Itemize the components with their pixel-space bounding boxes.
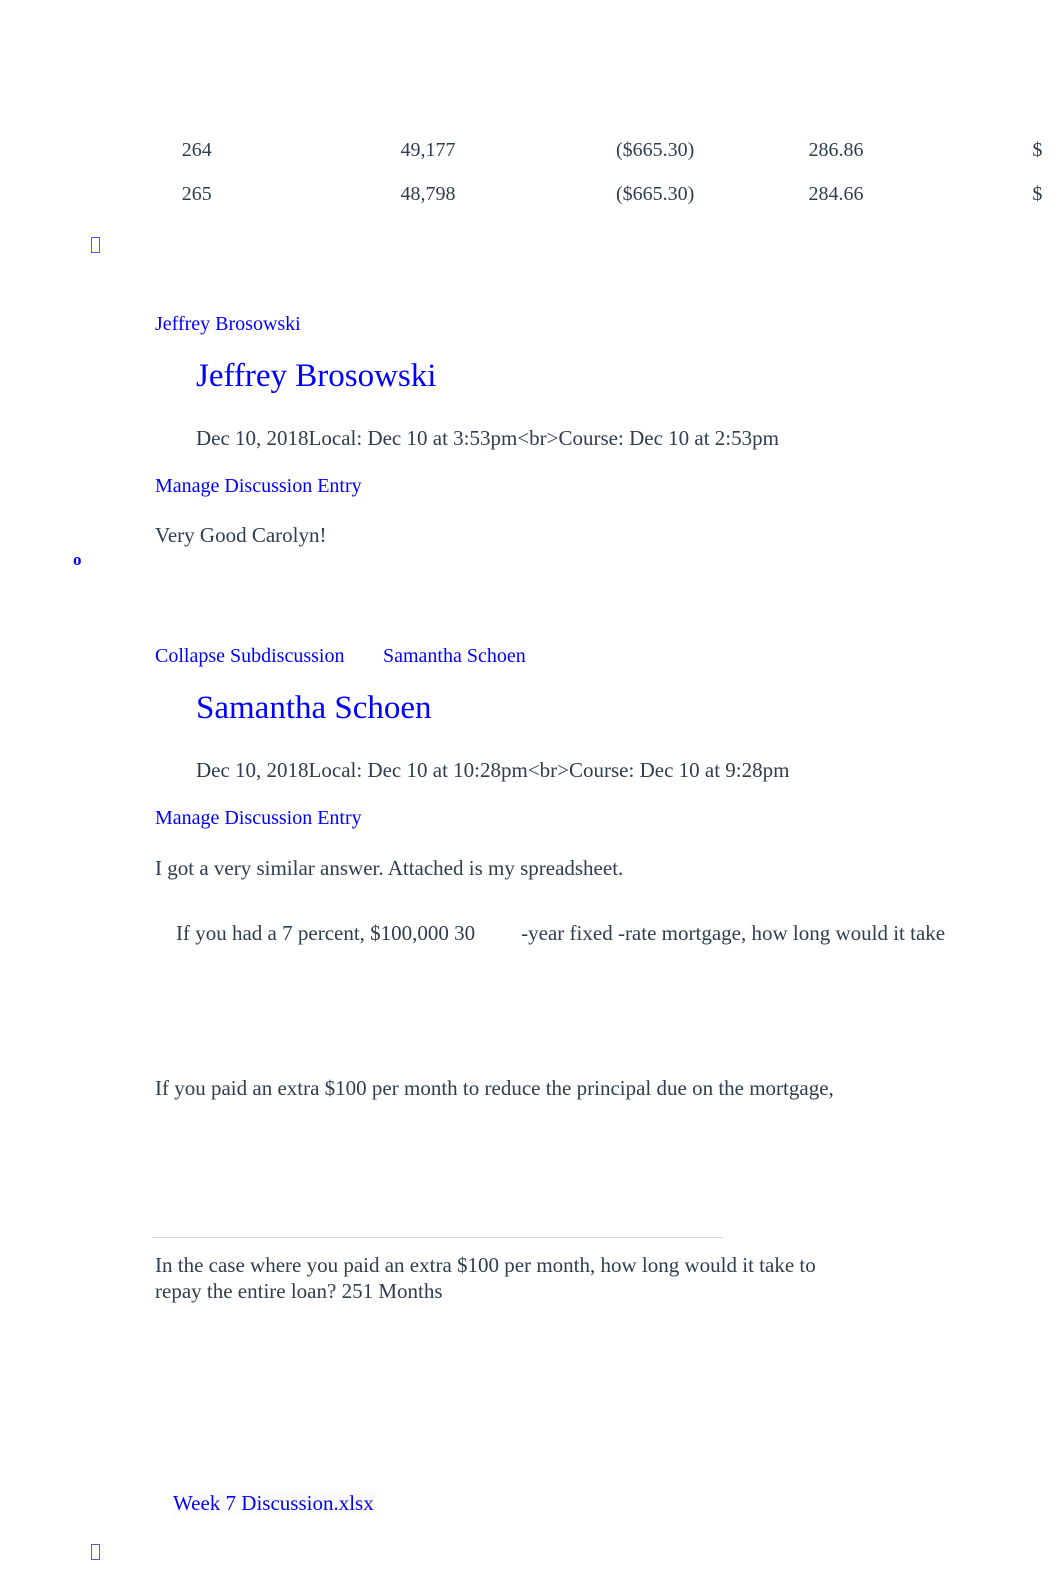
post-timestamp-jeffrey-brosowski: Dec 10, 2018Local: Dec 10 at 3:53pm<br>C… (196, 426, 779, 450)
author-link-jeffrey-brosowski[interactable]: Jeffrey Brosowski (155, 312, 301, 336)
table-cell-spacer (212, 172, 381, 216)
table-cell-interest: 284.66 (808, 182, 864, 205)
table-cell-spacer (864, 128, 1033, 172)
post-body-paragraph-1: I got a very similar answer. Attached is… (155, 856, 624, 880)
table-cell-balance: 48,798 (400, 182, 456, 205)
table-cell-extra: $ (1032, 138, 1043, 161)
table-cell-balance: 49,177 (400, 138, 456, 161)
collapse-subdiscussion-link[interactable]: Collapse Subdiscussion (155, 644, 344, 668)
table-cell-extra: $ (1032, 182, 1043, 205)
table-cell-spacer (694, 128, 793, 172)
document-page: 264 49,177 ($665.30) 286.86 $ 265 48,798… (0, 0, 1062, 1561)
table-cell-spacer (455, 128, 599, 172)
table-row: 265 48,798 ($665.30) 284.66 $ (152, 172, 1062, 216)
post-heading-jeffrey-brosowski: Jeffrey Brosowski (196, 358, 437, 394)
missing-glyph-icon (91, 237, 100, 253)
table-cell-spacer (864, 172, 1033, 216)
post-heading-samantha-schoen: Samantha Schoen (196, 690, 432, 726)
amortization-table: 264 49,177 ($665.30) 286.86 $ 265 48,798… (152, 128, 1062, 216)
table-cell-spacer (212, 128, 381, 172)
post-body-paragraph-3: If you paid an extra $100 per month to r… (155, 1076, 834, 1100)
list-marker-bullet-o: o (73, 550, 82, 569)
post-timestamp-samantha-schoen: Dec 10, 2018Local: Dec 10 at 10:28pm<br>… (196, 758, 790, 782)
post-body-paragraph-2: If you had a 7 percent, $100,000 30 -year… (155, 894, 945, 973)
table-row: 264 49,177 ($665.30) 286.86 $ (152, 128, 1062, 172)
table-cell-period: 265 (181, 182, 212, 205)
manage-discussion-entry-link-jeffrey[interactable]: Manage Discussion Entry (155, 474, 362, 498)
post-body-paragraph-4: In the case where you paid an extra $100… (155, 1253, 816, 1304)
table-cell-payment: ($665.30) (615, 182, 695, 205)
post-body-jeffrey-brosowski: Very Good Carolyn! (155, 523, 327, 547)
question-text-part-b: -year fixed -rate mortgage, how long wou… (521, 921, 946, 946)
list-marker-tofu-top (72, 218, 100, 276)
manage-discussion-entry-link-samantha[interactable]: Manage Discussion Entry (155, 806, 362, 830)
table-cell-interest: 286.86 (808, 138, 864, 161)
table-cell-payment: ($665.30) (615, 138, 695, 161)
missing-glyph-icon (91, 1544, 100, 1560)
table-cell-spacer (694, 172, 793, 216)
table-cell-period: 264 (181, 138, 212, 161)
question-text-part-a: If you had a 7 percent, $100,000 30 (176, 921, 476, 946)
list-marker-tofu-bottom (72, 1525, 100, 1583)
attachment-container: Week 7 Discussion.xlsx (155, 1473, 377, 1534)
horizontal-divider (152, 1237, 723, 1238)
table-cell-spacer (455, 172, 599, 216)
author-link-samantha-schoen[interactable]: Samantha Schoen (383, 644, 526, 668)
attachment-link-week-7-discussion-xlsx[interactable]: Week 7 Discussion.xlsx (171, 1490, 377, 1517)
